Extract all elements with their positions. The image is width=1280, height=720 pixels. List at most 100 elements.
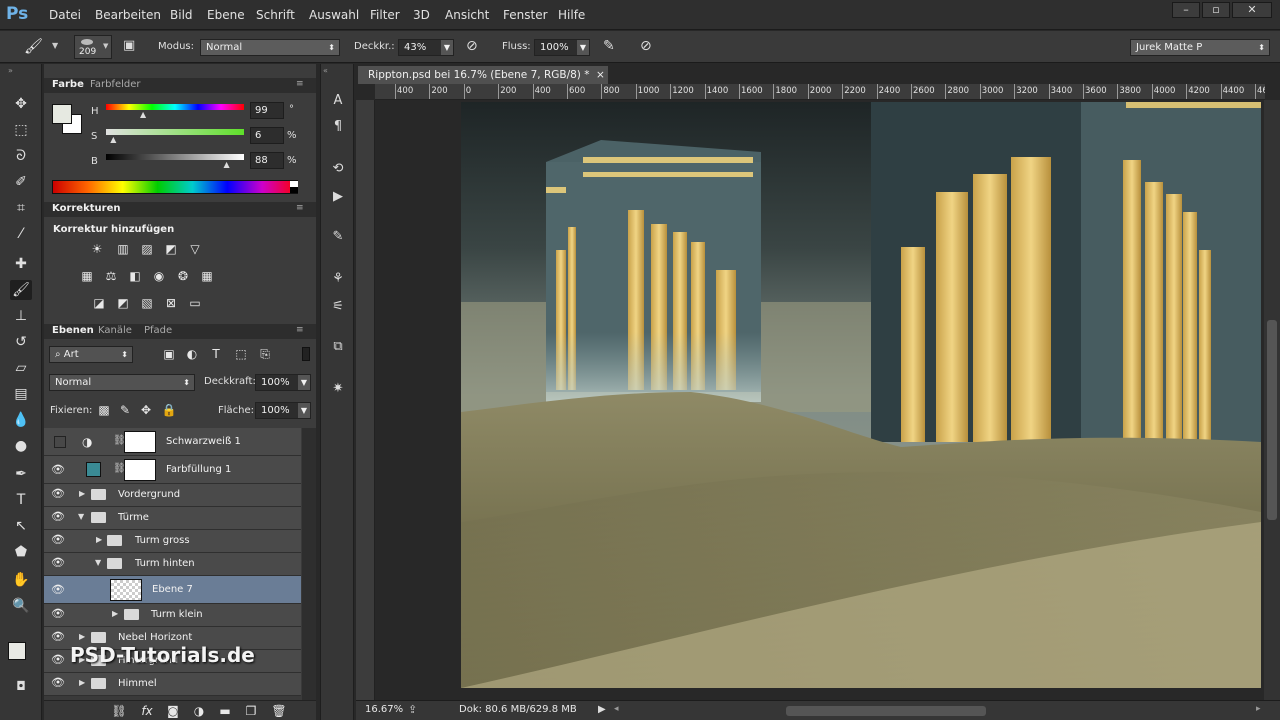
- color-ramp-black[interactable]: [290, 187, 298, 193]
- layer-row-turm-gross[interactable]: 👁 ▶ Turm gross: [44, 530, 301, 553]
- vibrance-icon[interactable]: ▽: [186, 241, 204, 257]
- pen-tool-icon[interactable]: ✒: [10, 464, 32, 484]
- eye-icon[interactable]: 👁: [51, 556, 65, 570]
- layer-name[interactable]: Turm hinten: [135, 558, 195, 569]
- filter-adjustment-icon[interactable]: ◐: [183, 346, 201, 362]
- layer-name[interactable]: Turm gross: [135, 535, 190, 546]
- new-layer-icon[interactable]: ❐: [242, 703, 260, 719]
- chevron-down-icon[interactable]: ▼: [297, 403, 310, 418]
- eye-icon[interactable]: 👁: [51, 607, 65, 621]
- menu-hilfe[interactable]: Hilfe: [558, 8, 585, 22]
- layer-name[interactable]: Turm klein: [151, 609, 203, 620]
- expand-caret-icon[interactable]: ▶: [79, 489, 85, 498]
- character-panel-icon[interactable]: A: [329, 92, 347, 110]
- filter-pixel-icon[interactable]: ▣: [160, 346, 178, 362]
- panel-menu-icon[interactable]: ≡: [296, 203, 304, 213]
- chevron-down-icon[interactable]: ▼: [297, 375, 310, 390]
- quick-select-tool-icon[interactable]: ✐: [10, 172, 32, 192]
- eye-icon[interactable]: 👁: [51, 653, 65, 667]
- exposure-icon[interactable]: ◩: [162, 241, 180, 257]
- chevron-down-icon[interactable]: ▼: [576, 40, 589, 55]
- mode-select[interactable]: Normal ⬍: [200, 39, 340, 56]
- airbrush-icon[interactable]: ✎: [603, 38, 615, 54]
- layer-row-himmel[interactable]: 👁 ▶ Himmel: [44, 673, 301, 696]
- layer-row-tuerme[interactable]: 👁 ▼ Türme: [44, 507, 301, 530]
- tab-korrekturen[interactable]: Korrekturen: [52, 203, 120, 214]
- paragraph-panel-icon[interactable]: ¶: [329, 118, 347, 136]
- history-brush-tool-icon[interactable]: ↺: [10, 332, 32, 352]
- stamp-tool-icon[interactable]: ⊥: [10, 306, 32, 326]
- collapse-caret-icon[interactable]: ▼: [78, 512, 84, 521]
- new-adjustment-icon[interactable]: ◑: [190, 703, 208, 719]
- menu-filter[interactable]: Filter: [370, 8, 400, 22]
- brightness-contrast-icon[interactable]: ☀: [88, 241, 106, 257]
- hue-slider-thumb-icon[interactable]: ▲: [140, 110, 146, 119]
- horizontal-ruler[interactable]: 400 200 0 200 400 600 800 1000 1200 1400 1600 1800 2…: [375, 84, 1265, 100]
- eye-icon[interactable]: 👁: [51, 510, 65, 524]
- close-icon[interactable]: ✕: [1232, 2, 1272, 18]
- filter-type-icon[interactable]: T: [207, 346, 225, 362]
- expand-dock-icon[interactable]: «: [323, 66, 328, 75]
- eye-icon[interactable]: 👁: [51, 630, 65, 644]
- saturation-slider[interactable]: [106, 129, 244, 135]
- expand-caret-icon[interactable]: ▶: [112, 609, 118, 618]
- brightness-slider-thumb-icon[interactable]: ▲: [223, 160, 229, 169]
- layer-thumbnail[interactable]: [110, 579, 142, 601]
- menu-3d[interactable]: 3D: [413, 8, 430, 22]
- layer-row-farbfuellung[interactable]: 👁 ⛓ Farbfüllung 1: [44, 456, 301, 484]
- link-layers-icon[interactable]: ⛓: [110, 703, 128, 719]
- menu-fenster[interactable]: Fenster: [503, 8, 548, 22]
- layer-filter-select[interactable]: ⌕ Art ⬍: [49, 346, 133, 363]
- collapse-caret-icon[interactable]: ▼: [95, 558, 101, 567]
- scroll-right-icon[interactable]: ▸: [1256, 704, 1261, 714]
- curves-icon[interactable]: ▨: [138, 241, 156, 257]
- layer-name[interactable]: Türme: [118, 512, 149, 523]
- pressure-opacity-icon[interactable]: ⊘: [466, 38, 478, 54]
- status-menu-icon[interactable]: ▶: [598, 704, 606, 715]
- invert-icon[interactable]: ◪: [90, 295, 108, 311]
- workspace-select[interactable]: Jurek Matte P ⬍: [1130, 39, 1270, 56]
- color-lookup-icon[interactable]: ▦: [198, 268, 216, 284]
- brush-tool-icon[interactable]: 🖌: [10, 280, 32, 300]
- image-canvas[interactable]: [461, 102, 1261, 688]
- crop-tool-icon[interactable]: ⌗: [10, 198, 32, 218]
- tool-preset-caret-icon[interactable]: ▼: [52, 41, 58, 50]
- tab-farbe[interactable]: Farbe: [52, 79, 84, 90]
- add-mask-icon[interactable]: ◙: [164, 703, 182, 719]
- blur-tool-icon[interactable]: 💧: [10, 410, 32, 430]
- menu-ebene[interactable]: Ebene: [207, 8, 245, 22]
- move-tool-icon[interactable]: ✥: [10, 94, 32, 114]
- hand-tool-icon[interactable]: ✋: [10, 570, 32, 590]
- channel-mixer-icon[interactable]: ❂: [174, 268, 192, 284]
- layer-style-icon[interactable]: fx: [138, 703, 156, 719]
- brush-presets-panel-icon[interactable]: ✎: [329, 228, 347, 246]
- fill-color-thumbnail[interactable]: [86, 462, 101, 477]
- type-tool-icon[interactable]: T: [10, 490, 32, 510]
- layer-row-vordergrund[interactable]: 👁 ▶ Vordergrund: [44, 484, 301, 507]
- lock-position-icon[interactable]: ✥: [137, 402, 155, 418]
- tab-ebenen[interactable]: Ebenen: [52, 325, 94, 336]
- quick-mask-icon[interactable]: ◘: [10, 676, 32, 696]
- flow-input[interactable]: 100% ▼: [534, 39, 590, 56]
- shape-tool-icon[interactable]: ⬟: [10, 542, 32, 562]
- tab-pfade[interactable]: Pfade: [144, 325, 172, 336]
- eraser-tool-icon[interactable]: ▱: [10, 358, 32, 378]
- hue-input[interactable]: 99: [250, 102, 284, 119]
- filter-smart-object-icon[interactable]: ⎘: [256, 346, 274, 362]
- eye-icon[interactable]: 👁: [51, 463, 65, 477]
- saturation-input[interactable]: 6: [250, 127, 284, 144]
- menu-schrift[interactable]: Schrift: [256, 8, 295, 22]
- color-fg-swatch[interactable]: [52, 104, 72, 124]
- zoom-tool-icon[interactable]: 🔍: [10, 596, 32, 616]
- clone-source-panel-icon[interactable]: ⧉: [329, 338, 347, 356]
- maximize-icon[interactable]: ▫: [1202, 2, 1230, 18]
- lock-all-icon[interactable]: 🔒: [160, 402, 178, 418]
- minimize-icon[interactable]: –: [1172, 2, 1200, 18]
- photo-filter-icon[interactable]: ◉: [150, 268, 168, 284]
- layer-name[interactable]: Nebel Horizont: [118, 632, 192, 643]
- gradient-tool-icon[interactable]: ▤: [10, 384, 32, 404]
- menu-datei[interactable]: Datei: [49, 8, 81, 22]
- black-white-icon[interactable]: ◧: [126, 268, 144, 284]
- info-panel-icon[interactable]: ✷: [329, 380, 347, 398]
- menu-bild[interactable]: Bild: [170, 8, 193, 22]
